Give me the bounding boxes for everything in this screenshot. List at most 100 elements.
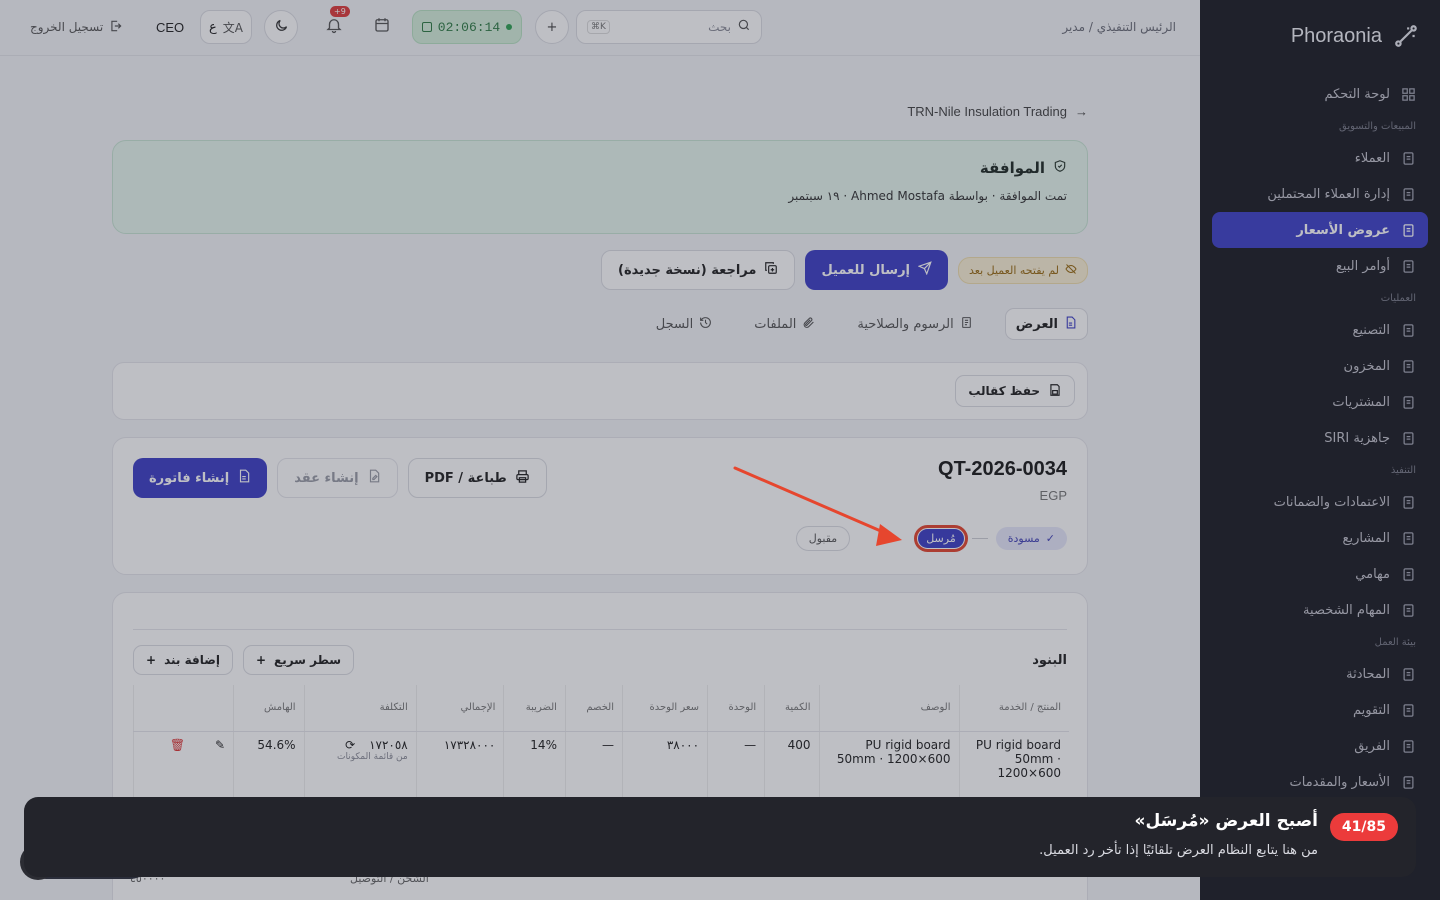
tab-history[interactable]: السجل [646,308,722,340]
sidebar-item-label: الاعتمادات والضمانات [1273,494,1390,510]
cost-note: من قائمة المكونات [336,751,408,762]
save-icon [1048,383,1062,400]
grid-icon [1400,86,1416,102]
notification-count: +9 [330,6,350,17]
search-placeholder: بحث [708,20,731,34]
tab-quote[interactable]: العرض [1004,308,1088,340]
sidebar-item[interactable]: الأسعار والمقدمات [1200,764,1440,800]
template-bar: حفظ كقالب [112,362,1088,420]
sidebar-item[interactable]: المخزون [1200,348,1440,384]
sidebar-item-label: جاهزية SIRI [1324,430,1390,446]
trash-icon[interactable]: 🗑 [170,738,185,752]
sidebar-nav: لوحة التحكم المبيعات والتسويق العملاء إدارة… [1200,76,1440,800]
sidebar-item[interactable]: مهامي [1200,556,1440,592]
col-unit-price: سعر الوحدة [621,685,708,732]
create-invoice-button[interactable]: إنشاء فاتورة [133,458,268,498]
add-item-button[interactable]: إضافة بند + [133,645,233,675]
theme-toggle[interactable] [264,10,298,44]
cost-value: ١٧٢٠٥٨ [369,737,408,752]
gauge-icon [1400,430,1416,446]
plus-icon: + [146,653,157,667]
print-button[interactable]: طباعة / PDF [407,458,547,498]
add-item-label: إضافة بند [164,653,220,667]
quote-number: QT-2026-0034 [938,458,1067,480]
document-icon [1400,222,1416,238]
tour-title: أصبح العرض «مُرسَل» [1134,811,1319,831]
tab-files[interactable]: الملفات [744,308,825,340]
col-cost: التكلفة [303,685,417,732]
time-tracker[interactable]: 02:06:14 [412,10,522,44]
items-table: المنتج / الخدمة الوصف الكمية الوحدة سعر … [133,685,1069,801]
sidebar-item-label: أوامر البيع [1335,258,1390,274]
logout-button[interactable]: تسجيل الخروج [30,10,123,44]
col-discount: الخصم [564,685,623,732]
sidebar-item[interactable]: إدارة العملاء المحتملين [1200,176,1440,212]
col-total: الإجمالي [415,685,504,732]
send-label: إرسال للعميل [821,262,911,278]
tab-fees[interactable]: الرسوم والصلاحية [847,308,982,340]
brand[interactable]: Phoraonia [1291,22,1420,50]
sidebar-item-label: العملاء [1354,150,1390,166]
col-tax: الضريبة [503,685,566,732]
sidebar-item-label: التقويم [1352,702,1390,718]
sidebar-item[interactable]: التقويم [1200,692,1440,728]
check-icon: ✓ [1045,532,1055,545]
stop-icon [421,22,432,32]
sidebar-item[interactable]: الفريق [1200,728,1440,764]
search-input[interactable]: بحث K⌘ [576,10,762,44]
print-label: طباعة / PDF [424,470,507,486]
sidebar-item-label: المهام الشخصية [1303,602,1390,618]
add-button[interactable]: + [535,10,569,44]
sidebar-item-label: لوحة التحكم [1324,86,1390,102]
moon-icon [274,18,289,37]
recording-dot [506,24,513,30]
sidebar-item-label: المشتريات [1332,394,1390,410]
sidebar-item[interactable]: المشاريع [1200,520,1440,556]
sidebar-item[interactable]: لوحة التحكم [1200,76,1440,112]
sidebar-item[interactable]: المحادثة [1200,656,1440,692]
edit-icon[interactable]: ✎ [215,738,225,752]
sidebar-item[interactable]: عروض الأسعار [1212,212,1428,248]
cell-qty: 400 [764,731,819,801]
language-label: ع [209,19,217,35]
cell-unit-price: ٣٨٠٠٠ [621,731,708,801]
back-link[interactable]: TRN-Nile Insulation Trading → [907,104,1088,119]
sidebar-item[interactable]: المشتريات [1200,384,1440,420]
tour-step-counter: 41/85 [1329,813,1398,841]
table-row[interactable]: PU rigid board 50mm · 1200×600 PU rigid … [133,731,1069,801]
tour-body: من هنا يتابع النظام العرض تلقائيًا إذا ت… [1039,843,1318,858]
sidebar-item[interactable]: أوامر البيع [1200,248,1440,284]
sidebar-item[interactable]: الاعتمادات والضمانات [1200,484,1440,520]
file-check-icon [1400,494,1416,510]
users-icon [1400,738,1416,754]
quick-row-button[interactable]: سطر سريع + [242,645,355,675]
main-area: الرئيس التنفيذي / مدير بحث K⌘ + 02:06:14 [0,0,1200,900]
arrow-right-icon: → [1075,104,1088,119]
copy-plus-icon [764,261,778,279]
refresh-icon[interactable]: ⟳ [345,738,355,752]
send-to-client-button[interactable]: إرسال للعميل [805,250,949,290]
printer-icon [515,469,530,488]
col-actions [133,685,234,732]
calendar-button[interactable] [366,10,398,44]
factory-icon [1400,322,1416,338]
sidebar-item[interactable]: جاهزية SIRI [1200,420,1440,456]
invoice-label: إنشاء فاتورة [149,470,230,486]
language-switch[interactable]: ع 文A [200,10,252,44]
sidebar-item[interactable]: المهام الشخصية [1200,592,1440,628]
sidebar-item[interactable]: العملاء [1200,140,1440,176]
sidebar-item[interactable]: التصنيع [1200,312,1440,348]
notifications-button[interactable]: +9 [318,6,350,44]
brand-name: Phoraonia [1290,24,1382,47]
approval-title: الموافقة [979,159,1045,177]
not-opened-label: لم يفتحه العميل بعد [969,263,1059,277]
cell-tax: 14% [503,731,566,801]
create-contract-button[interactable]: إنشاء عقد [277,458,398,498]
sidebar-item-label: مهامي [1355,566,1390,582]
receipt-icon [960,316,973,333]
revise-button[interactable]: مراجعة (نسخة جديدة) [601,250,796,290]
user-name[interactable]: CEO [156,10,184,44]
eye-off-icon [1065,263,1077,278]
save-template-button[interactable]: حفظ كقالب [955,375,1075,407]
col-product: المنتج / الخدمة [958,685,1069,732]
